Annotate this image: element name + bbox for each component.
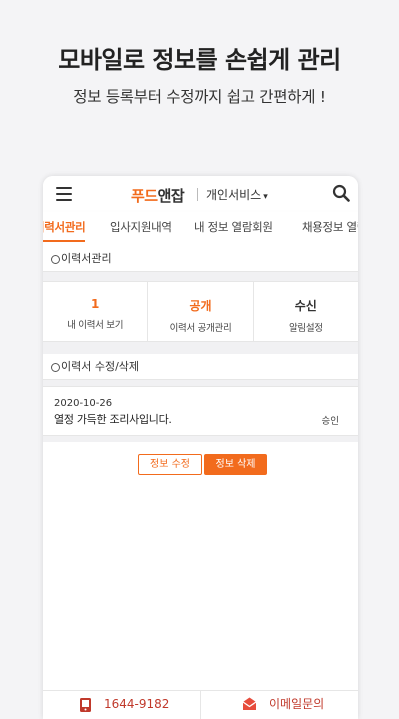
logo-brand: 푸드 [131,187,158,205]
stat-label: 이력서 공개관리 [169,323,232,334]
promo-subtitle: 정보 등록부터 수정까지 쉽고 간편하게 ! [73,88,326,106]
logo-name: 앤잡 [157,187,185,205]
tab-bar: 이력서관리 입사지원내역 내 정보 열람회원 채용정보 열람내역 [43,212,358,246]
header-divider [197,188,198,201]
resume-title: 열정 가득한 조리사입니다. [54,413,172,426]
stat-value: 공개 [189,299,212,313]
tab-application-history[interactable]: 입사지원내역 [110,212,172,246]
stat-value: 수신 [294,299,317,313]
resume-date: 2020-10-26 [54,398,113,409]
search-icon[interactable] [332,184,350,202]
resume-status-badge: 승인 [321,416,339,427]
tab-job-view-history[interactable]: 채용정보 열람내역 [302,212,358,246]
service-menu-label: 개인서비스 [206,188,262,202]
tab-resume-manage[interactable]: 이력서관리 [43,212,86,246]
section-heading-resume-manage: 이력서관리 [43,246,358,272]
phone-icon [80,698,91,712]
stat-label: 내 이력서 보기 [67,320,124,331]
phone-screen: 푸드앤잡 개인서비스▾ 이력서관리 입사지원내역 내 정보 열람회원 채용정보 … [43,176,358,719]
stat-label: 알림설정 [288,323,323,334]
resume-stats: 1 내 이력서 보기 공개 이력서 공개관리 수신 알림설정 [43,281,358,342]
stat-value: 1 [90,297,100,311]
hamburger-menu-icon[interactable] [56,187,72,201]
resume-list-item[interactable]: 2020-10-26 열정 가득한 조리사입니다. 승인 [43,386,358,436]
stat-my-resume[interactable]: 1 내 이력서 보기 [43,282,149,341]
chevron-down-icon: ▾ [263,192,268,202]
app-logo[interactable]: 푸드앤잡 [131,185,185,206]
service-menu-dropdown[interactable]: 개인서비스 ▾ [206,186,268,203]
action-area: 정보 수정 정보 삭제 [43,442,358,690]
email-inquiry-label: 이메일문의 [269,697,325,711]
phone-contact-button[interactable]: 1644-9182 [43,691,201,719]
main-content: 이력서관리 1 내 이력서 보기 공개 이력서 공개관리 수신 알림설정 이력서… [43,246,358,719]
delete-info-button[interactable]: 정보 삭제 [204,454,267,475]
stat-notification-settings[interactable]: 수신 알림설정 [254,282,358,341]
stat-resume-visibility[interactable]: 공개 이력서 공개관리 [148,282,254,341]
mail-icon [242,697,257,710]
email-inquiry-button[interactable]: 이메일문의 [201,691,358,719]
contact-bar: 1644-9182 이메일문의 [43,690,358,719]
tab-viewed-members[interactable]: 내 정보 열람회원 [194,212,273,246]
promo-title: 모바일로 정보를 손쉽게 관리 [58,46,341,74]
phone-number: 1644-9182 [104,697,170,711]
section-heading-resume-edit: 이력서 수정/삭제 [43,354,358,380]
app-header: 푸드앤잡 개인서비스 ▾ [43,176,358,212]
edit-info-button[interactable]: 정보 수정 [138,454,202,475]
